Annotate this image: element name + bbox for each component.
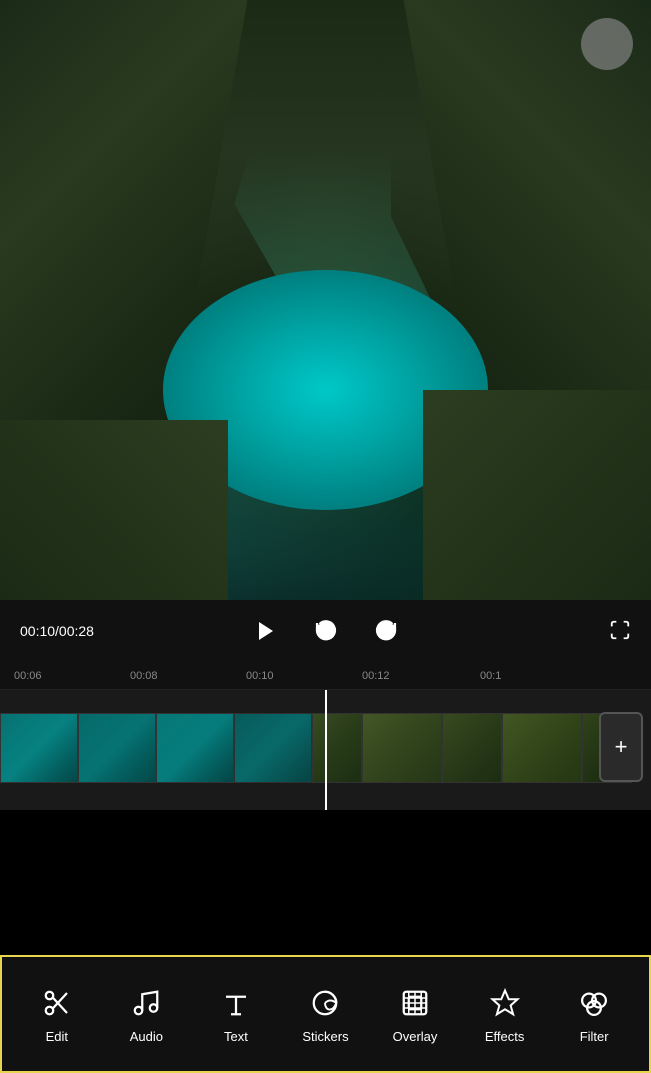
- ruler-label-2: 00:08: [130, 670, 158, 682]
- film-frame-8: [502, 713, 582, 783]
- ruler-label-3: 00:10: [246, 670, 274, 682]
- tool-overlay[interactable]: Overlay: [380, 975, 450, 1054]
- music-note-icon: [128, 985, 164, 1021]
- film-frame-1: [0, 713, 78, 783]
- ruler-label-1: 00:06: [14, 670, 42, 682]
- tool-edit[interactable]: Edit: [22, 975, 92, 1054]
- tool-stickers[interactable]: Stickers: [290, 975, 360, 1054]
- tool-effects[interactable]: Effects: [470, 975, 540, 1054]
- effects-icon: [487, 985, 523, 1021]
- tool-edit-label: Edit: [46, 1029, 68, 1044]
- ruler-marks: 00:06 00:08 00:10 00:12 00:1: [0, 662, 651, 689]
- fullscreen-area: [478, 619, 631, 644]
- circle-button[interactable]: [581, 18, 633, 70]
- film-frame-6: [362, 713, 442, 783]
- overlay-icon: [397, 985, 433, 1021]
- rock-bottom-left: [0, 420, 228, 600]
- filter-icon: [576, 985, 612, 1021]
- tool-text-label: Text: [224, 1029, 248, 1044]
- fullscreen-button[interactable]: [609, 619, 631, 644]
- text-icon: [218, 985, 254, 1021]
- film-frame-2: [78, 713, 156, 783]
- rock-bottom-right: [423, 390, 651, 600]
- redo-button[interactable]: [368, 613, 404, 649]
- add-clip-button[interactable]: +: [599, 712, 643, 782]
- tool-effects-label: Effects: [485, 1029, 525, 1044]
- film-frame-7: [442, 713, 502, 783]
- undo-button[interactable]: [308, 613, 344, 649]
- tool-filter-label: Filter: [580, 1029, 609, 1044]
- time-display: 00:10/00:28: [20, 623, 173, 639]
- timeline-area[interactable]: +: [0, 690, 651, 810]
- tool-text[interactable]: Text: [201, 975, 271, 1054]
- ruler-label-4: 00:12: [362, 670, 390, 682]
- film-frame-4: [234, 713, 312, 783]
- playback-controls: [173, 613, 479, 649]
- film-frame-3: [156, 713, 234, 783]
- controls-bar: 00:10/00:28: [0, 600, 651, 662]
- video-preview: [0, 0, 651, 600]
- tool-overlay-label: Overlay: [393, 1029, 438, 1044]
- tool-audio-label: Audio: [130, 1029, 163, 1044]
- ruler-label-5: 00:1: [480, 670, 501, 682]
- tool-stickers-label: Stickers: [302, 1029, 348, 1044]
- tool-filter[interactable]: Filter: [559, 975, 629, 1054]
- timeline-ruler: 00:06 00:08 00:10 00:12 00:1: [0, 662, 651, 690]
- tool-audio[interactable]: Audio: [111, 975, 181, 1054]
- bottom-toolbar: Edit Audio Text: [0, 955, 651, 1073]
- scissors-icon: [39, 985, 75, 1021]
- sticker-icon: [307, 985, 343, 1021]
- playhead: [325, 690, 327, 810]
- film-frame-5: [312, 713, 362, 783]
- play-button[interactable]: [248, 613, 284, 649]
